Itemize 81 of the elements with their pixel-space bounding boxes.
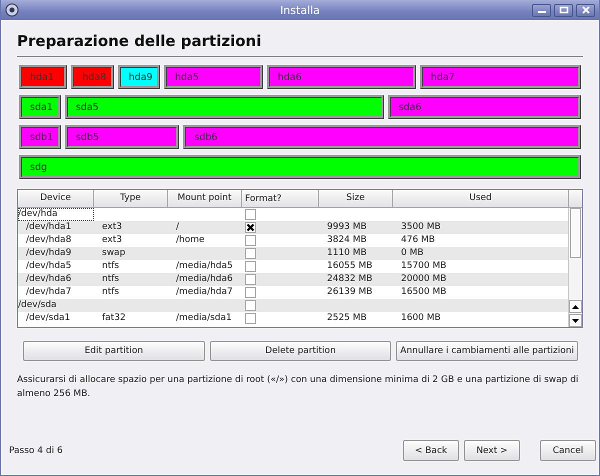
- action-button[interactable]: Edit partition: [23, 341, 205, 361]
- table-cell: swap: [102, 248, 126, 258]
- table-cell[interactable]: /dev/hda7: [18, 286, 94, 299]
- column-header[interactable]: Format?: [242, 190, 319, 207]
- close-icon: [580, 6, 590, 14]
- nav-button[interactable]: < Back: [403, 440, 459, 461]
- table-cell[interactable]: /dev/hda1: [18, 221, 94, 234]
- format-checkbox[interactable]: [245, 248, 256, 259]
- partition-block[interactable]: hda9: [118, 65, 160, 89]
- partition-block[interactable]: sda6: [388, 95, 581, 119]
- table-cell: 476 MB: [401, 235, 435, 245]
- action-button[interactable]: Annullare i cambiamenti alle partizioni: [396, 341, 578, 361]
- table-cell[interactable]: /dev/hda6: [18, 273, 94, 286]
- format-checkbox[interactable]: [245, 235, 256, 246]
- table-cell: 1110 MB: [327, 248, 367, 258]
- table-cell: 2525 MB: [327, 313, 367, 323]
- column-header[interactable]: Device: [18, 190, 94, 207]
- partition-block[interactable]: hda6: [266, 65, 416, 89]
- column-header[interactable]: Used: [393, 190, 569, 207]
- page-heading: Preparazione delle partizioni: [17, 32, 262, 52]
- table-cell[interactable]: /dev/sda: [18, 299, 94, 312]
- table-cell: ext3: [102, 235, 122, 245]
- partition-block[interactable]: sda1: [19, 95, 61, 119]
- format-checkbox[interactable]: [245, 300, 256, 311]
- table-cell[interactable]: /dev/hda9: [18, 247, 94, 260]
- table-cell: ntfs: [102, 261, 120, 271]
- table-cell: /home: [176, 235, 205, 245]
- table-cell: 15700 MB: [401, 261, 446, 271]
- table-cell: /media/sda1: [176, 313, 232, 323]
- table-cell: /media/hda5: [176, 261, 233, 271]
- table-cell: ext3: [102, 222, 122, 232]
- table-cell: fat32: [102, 313, 126, 323]
- table-cell: 3500 MB: [401, 222, 441, 232]
- table-cell: /media/hda7: [176, 287, 233, 297]
- partition-block[interactable]: sdg: [19, 155, 581, 179]
- partition-block[interactable]: hda5: [164, 65, 263, 89]
- column-header[interactable]: Mount point: [168, 190, 242, 207]
- window-title: Installa: [280, 4, 320, 16]
- table-cell: 0 MB: [401, 248, 424, 258]
- maximize-button[interactable]: [554, 4, 573, 16]
- column-header[interactable]: Type: [94, 190, 168, 207]
- table-cell: ntfs: [102, 287, 120, 297]
- cancel-button[interactable]: Cancel: [540, 440, 596, 461]
- format-checkbox[interactable]: [245, 274, 256, 285]
- nav-button[interactable]: Next >: [464, 440, 520, 461]
- minimize-button[interactable]: [532, 4, 551, 16]
- format-checkbox[interactable]: [245, 209, 256, 220]
- column-header[interactable]: Size: [319, 190, 393, 207]
- table-cell: /media/hda6: [176, 274, 233, 284]
- table-cell[interactable]: /dev/hda8: [18, 234, 94, 247]
- partition-block[interactable]: sdb1: [19, 125, 61, 149]
- table-cell: 16500 MB: [401, 287, 446, 297]
- table-cell: 9993 MB: [327, 222, 367, 232]
- table-cell[interactable]: /dev/sda1: [18, 312, 94, 325]
- partition-block[interactable]: sdb5: [64, 125, 180, 149]
- partition-block[interactable]: sdb6: [183, 125, 581, 149]
- table-cell[interactable]: /dev/hda5: [18, 260, 94, 273]
- format-checkbox[interactable]: [245, 222, 256, 233]
- format-checkbox[interactable]: [245, 313, 256, 324]
- partition-block[interactable]: sda5: [64, 95, 384, 119]
- info-text: Assicurarsi di allocare spazio per una partizione di root («/») con una dimensione minima di 2 GB e una partizione di swap di almeno 256 MB.: [17, 374, 580, 401]
- close-button[interactable]: [576, 4, 595, 16]
- up-arrow-icon[interactable]: [572, 304, 579, 308]
- table-cell: 20000 MB: [401, 274, 446, 284]
- table-cell: 24832 MB: [327, 274, 372, 284]
- format-checkbox[interactable]: [245, 287, 256, 298]
- table-cell: 1600 MB: [401, 313, 441, 323]
- table-cell: /: [176, 222, 180, 232]
- step-label: Passo 4 di 6: [9, 446, 64, 456]
- app-icon: [5, 3, 19, 17]
- table-cell[interactable]: /dev/hda: [18, 208, 94, 221]
- scrollbar[interactable]: [568, 208, 582, 327]
- table-cell: ntfs: [102, 274, 120, 284]
- maximize-icon: [558, 6, 568, 14]
- table-cell: 26139 MB: [327, 287, 372, 297]
- down-arrow-icon[interactable]: [572, 318, 579, 322]
- partition-block[interactable]: hda7: [420, 65, 581, 89]
- table-cell: 3824 MB: [327, 235, 367, 245]
- format-checkbox[interactable]: [245, 261, 256, 272]
- action-button[interactable]: Delete partition: [210, 341, 392, 361]
- table-cell: 16055 MB: [327, 261, 372, 271]
